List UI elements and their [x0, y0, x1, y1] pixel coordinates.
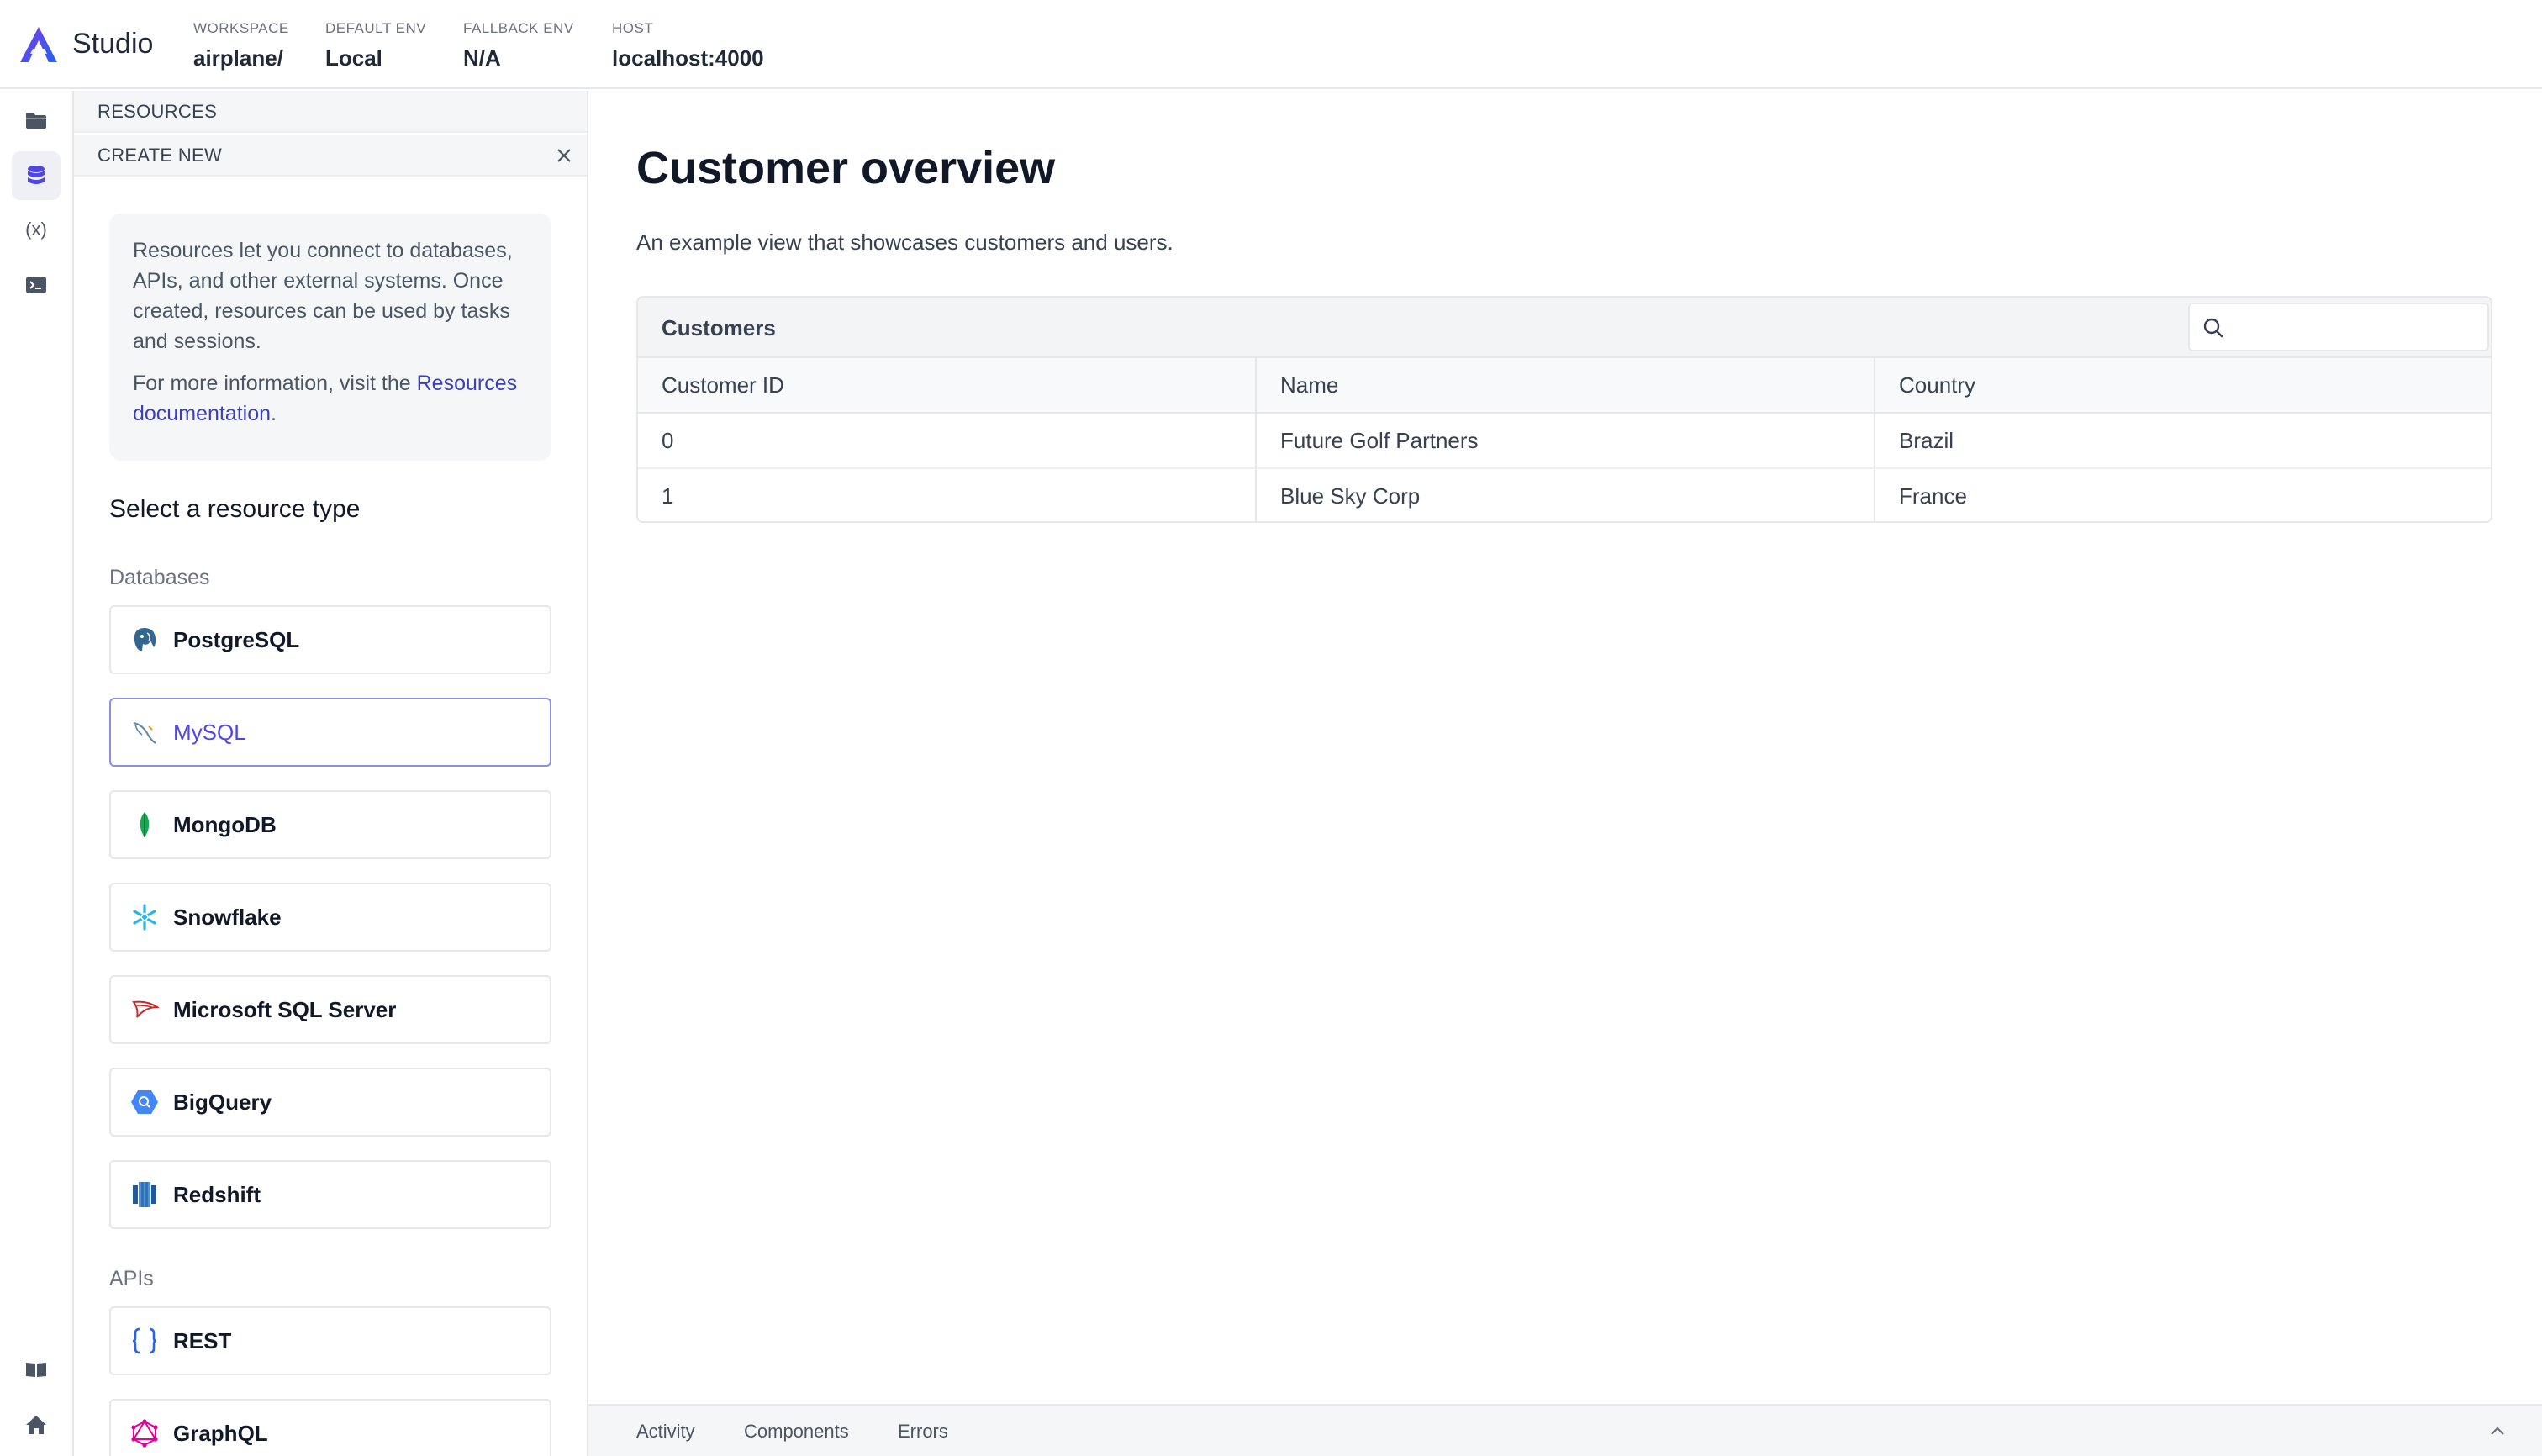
resource-snowflake[interactable]: Snowflake [109, 883, 551, 952]
variable-icon: (x) [25, 219, 47, 240]
resource-label: BigQuery [173, 1089, 272, 1115]
column-header-country[interactable]: Country [1874, 358, 2491, 414]
tab-activity[interactable]: Activity [636, 1419, 695, 1444]
sqlserver-icon [129, 994, 160, 1025]
default-env-info: DEFAULT ENV Local [325, 18, 426, 74]
rail-variables-button[interactable]: (x) [12, 205, 61, 254]
cell-customer-id: 1 [662, 483, 674, 509]
resource-bigquery[interactable]: BigQuery [109, 1068, 551, 1137]
rail-home-button[interactable] [12, 1401, 61, 1449]
rail-docs-button[interactable] [12, 1345, 61, 1394]
mysql-icon [129, 717, 160, 747]
redshift-icon [129, 1179, 160, 1210]
cell-name: Blue Sky Corp [1255, 468, 1875, 521]
resource-postgresql[interactable]: PostgreSQL [109, 605, 551, 674]
customers-table-card: Customers Customer ID Name Country 0 Fut… [636, 296, 2492, 523]
resource-rest[interactable]: REST [109, 1306, 551, 1375]
workspace-info: WORKSPACE airplane/ [193, 18, 289, 74]
resources-info-box: Resources let you connect to databases, … [109, 214, 551, 461]
cell-customer-id: 0 [638, 413, 1256, 469]
folder-icon [26, 113, 46, 129]
book-icon [26, 1363, 46, 1377]
resource-mysql[interactable]: MySQL [109, 698, 551, 767]
resource-label: MongoDB [173, 811, 277, 837]
info-more-suffix: . [271, 402, 277, 425]
fallback-env-label: FALLBACK ENV [463, 20, 574, 36]
graphql-icon [129, 1418, 160, 1448]
page-description: An example view that showcases customers… [636, 229, 1173, 255]
info-more: For more information, visit the Resource… [133, 368, 528, 429]
resource-panel: RESOURCES CREATE NEW Resources let you c… [74, 91, 588, 1456]
terminal-icon [26, 277, 46, 293]
search-icon [2203, 318, 2223, 338]
resource-label: Microsoft SQL Server [173, 996, 397, 1022]
workspace-value: airplane/ [193, 45, 283, 71]
page-title: Customer overview [636, 143, 1056, 193]
resource-mongodb[interactable]: MongoDB [109, 790, 551, 859]
table-header-row: Customer ID Name Country [638, 358, 2491, 414]
chevron-up-icon[interactable] [2487, 1421, 2508, 1443]
airplane-logo-icon[interactable] [18, 25, 59, 64]
table-row[interactable]: 0 Future Golf Partners Brazil [638, 413, 2491, 469]
breadcrumb-create-new: CREATE NEW [74, 135, 587, 177]
close-icon [557, 149, 571, 162]
bigquery-icon [129, 1087, 160, 1117]
workspace-label: WORKSPACE [193, 20, 289, 36]
mongodb-icon [129, 810, 160, 840]
fallback-env-info: FALLBACK ENV N/A [463, 18, 574, 74]
resource-label: Snowflake [173, 904, 282, 930]
resource-label: REST [173, 1327, 232, 1353]
tab-errors[interactable]: Errors [898, 1419, 948, 1444]
tab-components[interactable]: Components [744, 1419, 849, 1444]
table-row[interactable]: 1 Blue Sky Corp France [638, 468, 2491, 521]
breadcrumb-resources[interactable]: RESOURCES [74, 91, 587, 133]
database-icon [28, 166, 45, 184]
host-value: localhost:4000 [612, 45, 764, 71]
breadcrumb-create-new-label: CREATE NEW [98, 145, 223, 166]
default-env-label: DEFAULT ENV [325, 20, 427, 36]
home-icon [26, 1416, 46, 1434]
column-header-name[interactable]: Name [1255, 358, 1875, 414]
apis-category-label: APIs [109, 1267, 154, 1290]
cell-name: Future Golf Partners [1255, 413, 1875, 469]
default-env-value: Local [325, 45, 382, 71]
resource-sqlserver[interactable]: Microsoft SQL Server [109, 975, 551, 1044]
top-header: Studio WORKSPACE airplane/ DEFAULT ENV L… [0, 0, 2542, 89]
table-header: Customers [638, 298, 2491, 358]
resource-label: GraphQL [173, 1420, 268, 1446]
select-resource-title: Select a resource type [109, 495, 361, 523]
bottom-panel-bar: Activity Components Errors [588, 1404, 2542, 1456]
app-name: Studio [72, 28, 154, 60]
rest-icon [129, 1326, 160, 1356]
cell-country: Brazil [1874, 413, 2491, 469]
close-panel-button[interactable] [551, 143, 577, 168]
column-header-customer-id[interactable]: Customer ID [638, 358, 1256, 414]
main-content: Customer overview An example view that s… [588, 91, 2542, 1404]
fallback-env-value: N/A [463, 45, 501, 71]
breadcrumb-resources-label: RESOURCES [98, 101, 218, 122]
databases-category-label: Databases [109, 566, 210, 589]
rail-terminal-button[interactable] [12, 261, 61, 309]
postgresql-icon [129, 625, 160, 655]
info-text: Resources let you connect to databases, … [133, 239, 513, 353]
resource-graphql[interactable]: GraphQL [109, 1399, 551, 1456]
rail-resources-button[interactable] [12, 151, 61, 200]
info-more-prefix: For more information, visit the [133, 372, 417, 395]
resource-label: MySQL [173, 719, 246, 745]
resource-redshift[interactable]: Redshift [109, 1160, 551, 1229]
icon-rail: (x) [0, 91, 74, 1456]
cell-country: France [1874, 468, 2491, 521]
table-title: Customers [662, 315, 776, 340]
rail-files-button[interactable] [12, 96, 61, 145]
resource-label: PostgreSQL [173, 626, 300, 652]
resource-label: Redshift [173, 1181, 261, 1207]
host-label: HOST [612, 20, 654, 36]
table-search-input[interactable] [2188, 303, 2489, 351]
host-info: HOST localhost:4000 [612, 18, 764, 74]
customers-table: Customer ID Name Country 0 Future Golf P… [638, 358, 2491, 521]
snowflake-icon [129, 902, 160, 932]
